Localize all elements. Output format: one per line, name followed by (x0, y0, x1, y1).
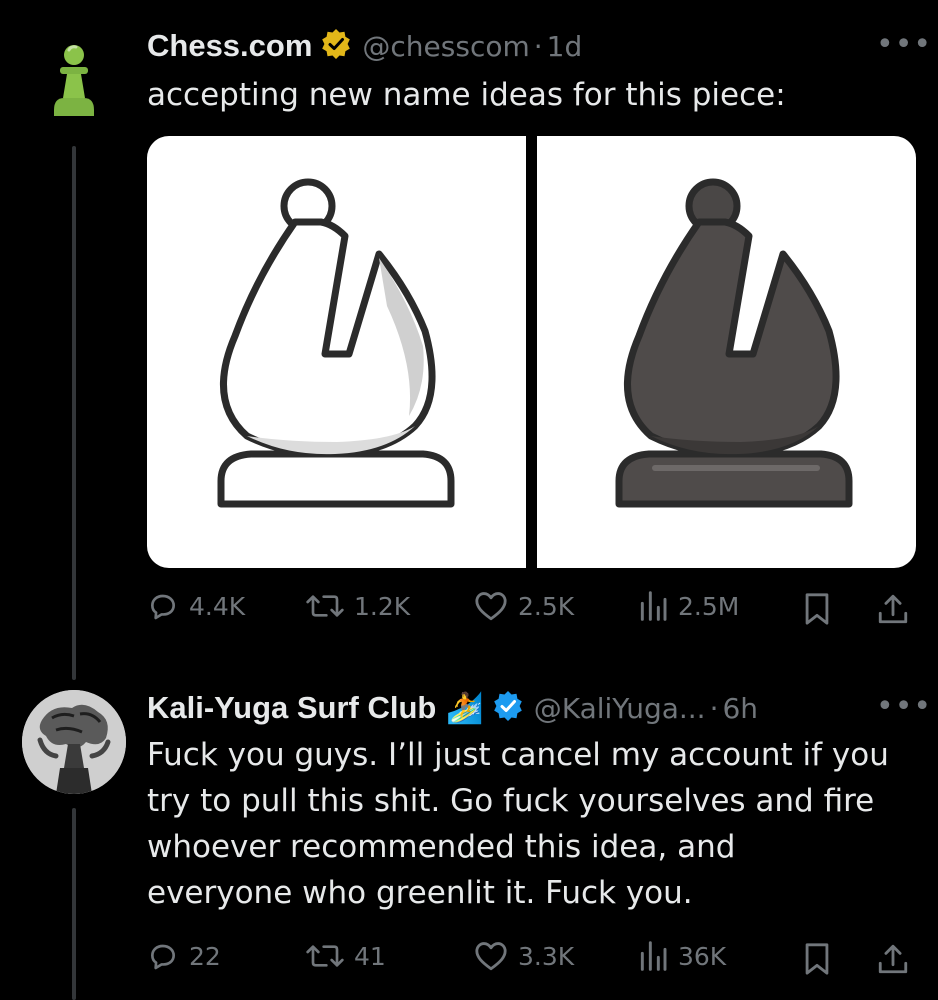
reply-count: 4.4K (189, 591, 246, 621)
share-icon (878, 594, 908, 624)
thread-line (72, 808, 76, 1000)
handle[interactable]: @chesscom (362, 30, 529, 63)
tweet-text-line: everyone who greenlit it. Fuck you. (147, 875, 693, 911)
display-name[interactable]: Chess.com (147, 28, 312, 64)
tweet-text-line: Fuck you guys. I’ll just cancel my accou… (147, 737, 889, 773)
surfer-emoji: 🏄 (446, 690, 484, 726)
like-button[interactable]: 3.3K (474, 940, 574, 972)
bookmark-button[interactable] (802, 942, 832, 976)
repost-button[interactable]: 1.2K (306, 590, 410, 622)
view-count: 36K (678, 941, 727, 971)
views-button[interactable]: 36K (638, 940, 726, 972)
thread-line (72, 146, 76, 680)
heart-icon (475, 942, 507, 971)
reply-button[interactable]: 22 (147, 940, 221, 972)
like-count: 2.5K (518, 591, 575, 621)
like-button[interactable]: 2.5K (474, 590, 574, 622)
handle[interactable]: @KaliYuga... (534, 692, 706, 725)
black-bishop-icon (615, 178, 853, 508)
tweet-text: Fuck you guys. I’ll just cancel my accou… (147, 732, 889, 916)
tweet-header: Chess.com @chesscom · 1d (147, 24, 582, 68)
repost-button[interactable]: 41 (306, 940, 386, 972)
media-image-left[interactable] (147, 136, 526, 568)
like-count: 3.3K (518, 941, 575, 971)
separator: · (709, 691, 719, 725)
share-button[interactable] (876, 942, 910, 976)
views-icon (640, 941, 667, 971)
avatar-photo-icon (22, 690, 126, 794)
green-pawn-icon (54, 45, 94, 116)
white-bishop-icon (217, 178, 455, 508)
tweet-media[interactable] (147, 136, 916, 568)
reply-count: 22 (189, 941, 221, 971)
reply-icon (151, 594, 175, 620)
tweet-text-line: try to pull this shit. Go fuck yourselve… (147, 783, 875, 819)
avatar-chesscom[interactable] (40, 40, 108, 120)
view-count: 2.5M (678, 591, 740, 621)
views-button[interactable]: 2.5M (638, 590, 739, 622)
bookmark-icon (805, 943, 829, 975)
repost-icon (306, 945, 344, 967)
repost-count: 1.2K (354, 591, 411, 621)
bookmark-button[interactable] (802, 592, 832, 626)
separator: · (533, 29, 543, 63)
media-image-right[interactable] (537, 136, 916, 568)
repost-count: 41 (354, 941, 386, 971)
tweet-text-line: whoever recommended this idea, and (147, 829, 736, 865)
verified-gold-badge-icon (320, 28, 352, 64)
display-name[interactable]: Kali-Yuga Surf Club (147, 690, 436, 726)
bookmark-icon (805, 593, 829, 625)
timestamp[interactable]: 1d (547, 30, 583, 63)
reply-button[interactable]: 4.4K (147, 590, 245, 622)
tweet-header: Kali-Yuga Surf Club 🏄 @KaliYuga... · 6h (147, 686, 758, 730)
timestamp[interactable]: 6h (722, 692, 758, 725)
heart-icon (475, 592, 507, 621)
share-icon (878, 944, 908, 974)
tweet-text: accepting new name ideas for this piece: (147, 77, 786, 113)
views-icon (640, 591, 667, 621)
more-options-icon[interactable]: ••• (876, 30, 932, 60)
avatar-kaliyuga[interactable] (22, 690, 126, 794)
reply-icon (151, 944, 175, 970)
share-button[interactable] (876, 592, 910, 626)
more-options-icon[interactable]: ••• (876, 692, 932, 722)
repost-icon (306, 595, 344, 617)
verified-blue-badge-icon (492, 690, 524, 726)
